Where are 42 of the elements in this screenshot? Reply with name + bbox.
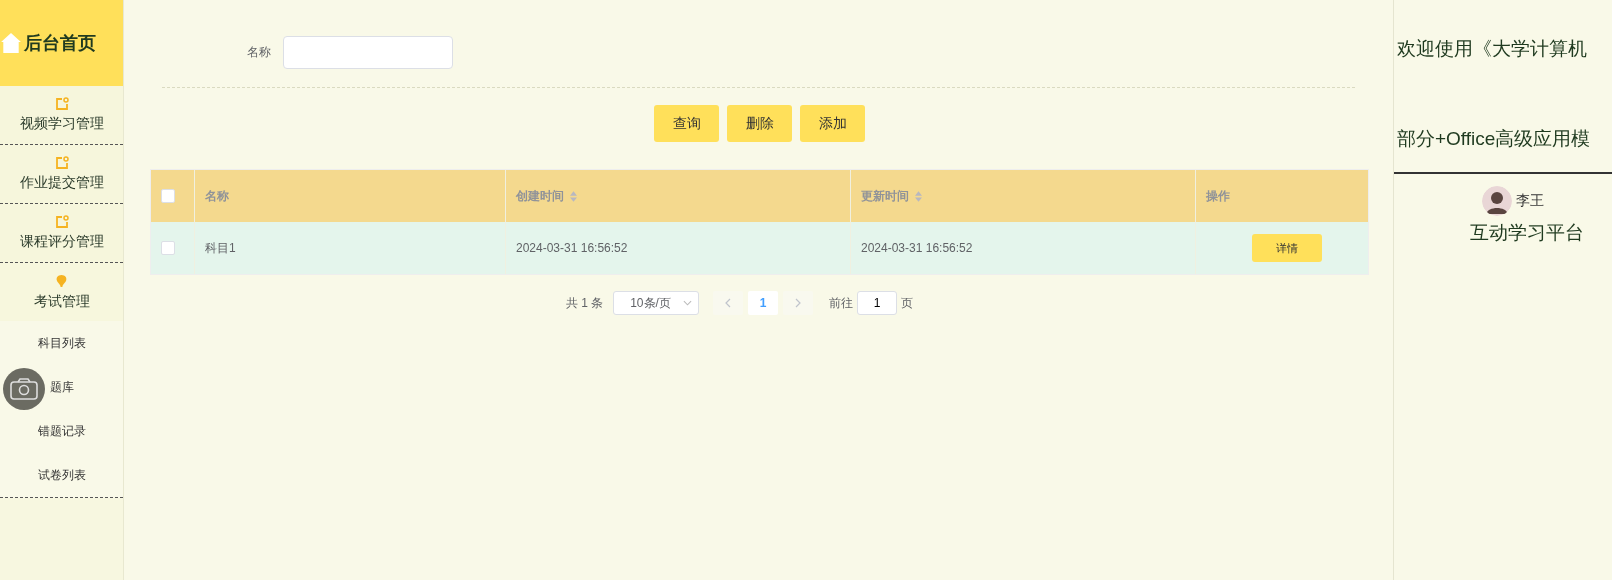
chevron-left-icon	[725, 298, 732, 308]
menu-item[interactable]: 作业提交管理	[0, 145, 123, 204]
submenu-item[interactable]: 题库	[49, 378, 74, 396]
prev-page-button[interactable]	[713, 291, 744, 315]
home-icon	[0, 31, 22, 54]
platform-title: 互动学习平台	[1469, 221, 1585, 245]
note-icon	[54, 97, 69, 111]
total-count: 共 1 条	[565, 294, 604, 312]
user-name: 李王	[1516, 192, 1544, 210]
submenu-item[interactable]: 科目列表	[37, 334, 86, 352]
chevron-down-icon	[683, 300, 693, 306]
note-icon	[54, 215, 69, 229]
action-button[interactable]: 删除	[727, 105, 792, 142]
bulb-icon	[55, 273, 68, 289]
submenu-item[interactable]: 错题记录	[37, 422, 86, 440]
name-input[interactable]	[283, 36, 453, 69]
page-unit-label: 页	[901, 294, 914, 312]
next-page-button[interactable]	[783, 291, 814, 315]
table-cell: 2024-03-31 16:56:52	[861, 241, 973, 255]
goto-page-input[interactable]: 1	[857, 291, 898, 315]
action-button[interactable]: 添加	[800, 105, 865, 142]
menu-item[interactable]: 课程评分管理	[0, 204, 123, 263]
goto-label: 前往	[829, 294, 854, 312]
welcome-title: 部分+Office高级应用模	[1396, 127, 1592, 151]
table-cell: 2024-03-31 16:56:52	[516, 241, 628, 255]
action-button[interactable]: 查询	[654, 105, 719, 142]
row-checkbox[interactable]	[161, 241, 175, 255]
submenu-item[interactable]: 试卷列表	[37, 466, 86, 484]
field-label: 名称	[247, 44, 271, 61]
note-icon	[54, 156, 69, 170]
detail-button[interactable]: 详情	[1252, 234, 1322, 262]
welcome-title: 欢迎使用《大学计算机	[1396, 37, 1588, 61]
home-link[interactable]: 后台首页	[0, 0, 123, 86]
camera-icon	[9, 377, 39, 401]
sort-icon	[915, 190, 922, 202]
sort-icon	[570, 190, 577, 202]
menu-item[interactable]: 视频学习管理	[0, 86, 123, 145]
avatar	[1482, 186, 1512, 216]
table-cell: 科目1	[205, 239, 236, 257]
page-size-select[interactable]: 10条/页	[613, 291, 700, 315]
select-all-checkbox[interactable]	[161, 189, 175, 203]
chevron-right-icon	[795, 298, 802, 308]
